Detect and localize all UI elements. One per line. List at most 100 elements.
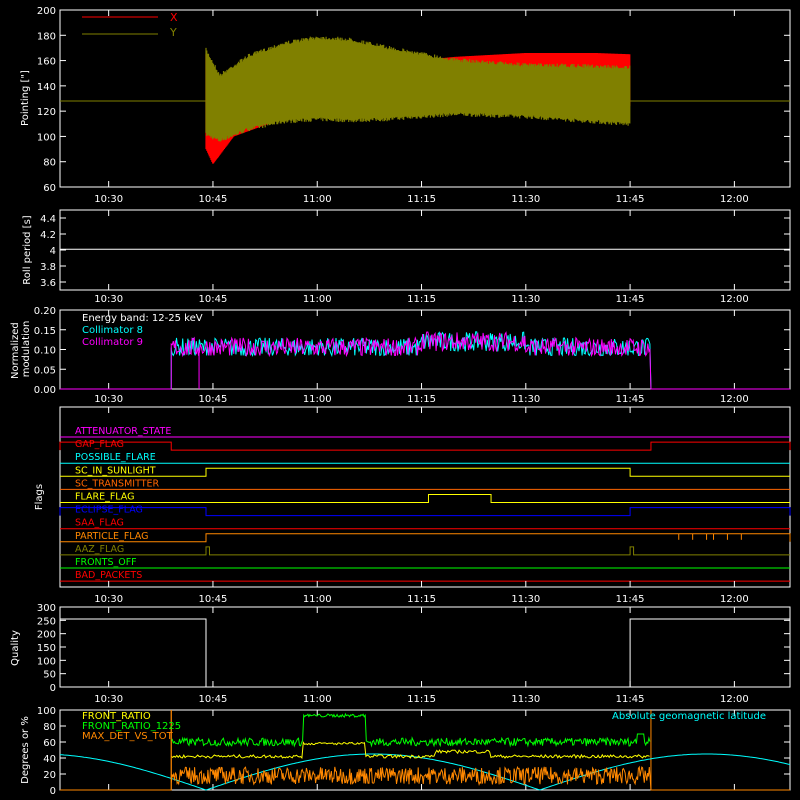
x-tick-label: 10:30 [94, 694, 123, 705]
flag-line [60, 467, 790, 477]
x-tick-label: 12:00 [720, 394, 749, 405]
x-tick-label: 11:45 [616, 594, 645, 605]
modulation-ylabel-line2: modulation [21, 321, 32, 378]
quality-line [60, 618, 790, 688]
flag-label: PARTICLE_FLAG [75, 531, 148, 542]
flag-label: SAA_FLAG [75, 518, 124, 529]
x-tick-label: 11:45 [616, 694, 645, 705]
x-tick-label: 11:45 [616, 394, 645, 405]
y-tick-label: 60 [43, 738, 56, 749]
x-tick-label: 12:00 [720, 594, 749, 605]
panel-roll-period: Roll period [s] 3.6 3.8 4 4.2 4.4 10:30 10:45… [22, 209, 791, 305]
panel-quality: Quality 0 50 100 150 200 250 300 10:30 10:45 11:… [10, 603, 791, 705]
y-tick-label: 100 [37, 656, 56, 667]
panel-flags: Flags ATTENUATOR_STATE GAP_FLAG POSSIBLE_F… [34, 406, 791, 605]
x-tick-label: 10:45 [199, 194, 228, 205]
y-tick-label: 3.8 [40, 262, 56, 273]
y-tick-label: 4.2 [40, 230, 56, 241]
x-tick-label: 10:45 [199, 394, 228, 405]
y-tick-label: 200 [37, 6, 56, 17]
y-tick-label: 100 [37, 706, 56, 717]
modulation-series-c9 [60, 331, 790, 390]
flag-line [60, 533, 791, 543]
x-tick-label: 11:00 [303, 394, 332, 405]
y-tick-label: 0.00 [34, 385, 56, 396]
front-ratio-1225-line [170, 712, 651, 748]
ratios-ylabel: Degrees or % [20, 716, 31, 784]
x-tick-label: 10:30 [94, 194, 123, 205]
y-tick-label: 20 [43, 770, 56, 781]
y-tick-label: 250 [37, 616, 56, 627]
legend-collimator9: Collimator 9 [82, 337, 143, 348]
flag-line [60, 494, 790, 503]
legend-collimator8: Collimator 8 [82, 325, 143, 336]
x-tick-label: 11:30 [511, 194, 540, 205]
roll-ylabel: Roll period [s] [22, 215, 33, 284]
y-tick-label: 140 [37, 82, 56, 93]
x-tick-label: 10:30 [94, 294, 123, 305]
x-tick-label: 11:30 [511, 594, 540, 605]
x-tick-label: 11:00 [303, 694, 332, 705]
y-tick-label: 40 [43, 754, 56, 765]
x-tick-label: 10:45 [199, 294, 228, 305]
flag-line [59, 441, 791, 451]
x-tick-label: 11:45 [616, 194, 645, 205]
x-tick-label: 11:15 [407, 694, 436, 705]
flag-line [60, 546, 790, 556]
flag-label: POSSIBLE_FLARE [75, 452, 156, 463]
x-tick-label: 10:45 [199, 694, 228, 705]
flags-ylabel: Flags [34, 484, 45, 510]
y-tick-label: 0.05 [34, 365, 56, 376]
pointing-ylabel: Pointing ["] [20, 70, 31, 126]
x-tick-label: 11:45 [616, 294, 645, 305]
x-tick-label: 11:30 [511, 694, 540, 705]
flag-label: ECLIPSE_FLAG [75, 505, 143, 516]
front-ratio-line [170, 740, 650, 760]
x-tick-label: 11:15 [407, 194, 436, 205]
legend-max-det: MAX_DET_VS_TOT [82, 731, 174, 742]
legend-x: X [170, 11, 178, 24]
flag-label: BAD_PACKETS [75, 570, 142, 581]
x-tick-label: 11:15 [407, 394, 436, 405]
flag-label: AAZ_FLAG [75, 544, 124, 555]
y-tick-label: 0.20 [34, 306, 56, 317]
geomag-lat-line [59, 753, 791, 791]
y-tick-label: 4 [50, 246, 56, 257]
panel-ratios: Degrees or % 020406080100 FRONT_RATIO FR… [20, 706, 791, 797]
y-tick-label: 120 [37, 107, 56, 118]
y-tick-label: 80 [43, 158, 56, 169]
x-tick-label: 10:45 [199, 594, 228, 605]
x-tick-label: 11:00 [303, 594, 332, 605]
qlook-figure: Pointing ["] 6080100120140160180200 10:3… [10, 6, 791, 797]
y-tick-label: 0 [50, 786, 56, 797]
y-tick-label: 80 [43, 722, 56, 733]
y-tick-label: 300 [37, 603, 56, 614]
y-tick-label: 150 [37, 643, 56, 654]
panel-modulation: Normalized modulation 0.00 0.05 0.10 0.15 0.… [10, 306, 791, 405]
x-tick-label: 10:30 [94, 594, 123, 605]
x-tick-label: 11:00 [303, 294, 332, 305]
y-tick-label: 100 [37, 132, 56, 143]
flag-label: SC_TRANSMITTER [75, 478, 160, 489]
energy-band-annotation: Energy band: 12-25 keV [82, 313, 203, 324]
y-tick-label: 200 [37, 630, 56, 641]
x-tick-label: 12:00 [720, 294, 749, 305]
series-y-trace [205, 36, 631, 142]
legend-y: Y [169, 26, 177, 39]
quality-ylabel: Quality [10, 630, 21, 666]
flag-label: ATTENUATOR_STATE [75, 426, 171, 437]
flag-line [59, 507, 791, 517]
x-tick-label: 11:15 [407, 594, 436, 605]
legend-geomag-lat: Absolute geomagnetic latitude [612, 711, 766, 722]
panel-pointing: Pointing ["] 60 80 100 120 140 160 180 200 10:3… [20, 6, 791, 205]
y-tick-label: 180 [37, 31, 56, 42]
x-tick-label: 11:30 [511, 394, 540, 405]
y-tick-label: 0.10 [34, 346, 56, 357]
y-tick-label: 50 [43, 670, 56, 681]
y-tick-label: 0 [50, 683, 56, 694]
y-tick-label: 160 [37, 57, 56, 68]
flag-label: GAP_FLAG [75, 439, 124, 450]
y-tick-label: 4.4 [40, 214, 56, 225]
modulation-ylabel: Normalized modulation [10, 319, 32, 379]
x-tick-label: 12:00 [720, 694, 749, 705]
